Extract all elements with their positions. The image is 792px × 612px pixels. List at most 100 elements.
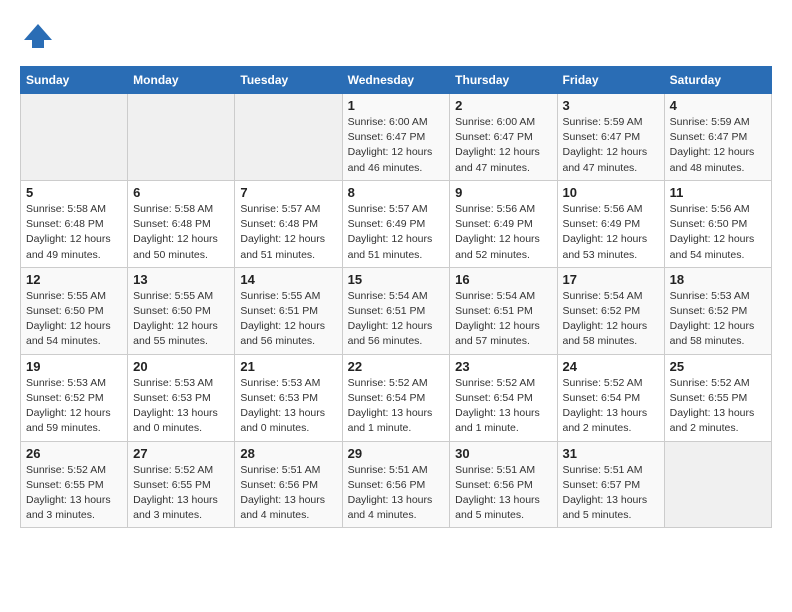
day-info: Sunrise: 5:54 AMSunset: 6:51 PMDaylight:… bbox=[348, 289, 445, 350]
day-info: Sunrise: 5:59 AMSunset: 6:47 PMDaylight:… bbox=[563, 115, 659, 176]
day-cell: 18 Sunrise: 5:53 AMSunset: 6:52 PMDayligh… bbox=[664, 267, 771, 354]
week-row-3: 12Sunrise: 5:55 AMSunset: 6:50 PMDayligh… bbox=[21, 267, 772, 354]
day-number: 23 bbox=[455, 359, 551, 374]
day-cell: 9Sunrise: 5:56 AMSunset: 6:49 PMDaylight… bbox=[450, 180, 557, 267]
page-header bbox=[20, 20, 772, 56]
day-cell: 27 Sunrise: 5:52 AMSunset: 6:55 PMDayligh… bbox=[128, 441, 235, 528]
day-number: 11 bbox=[670, 185, 766, 200]
day-info: Sunrise: 5:57 AMSunset: 6:48 PMDaylight:… bbox=[240, 202, 336, 263]
day-number: 15 bbox=[348, 272, 445, 287]
day-info: Sunrise: 5:58 AMSunset: 6:48 PMDaylight:… bbox=[133, 202, 229, 263]
day-info: Sunrise: 5:52 AMSunset: 6:55 PMDaylight:… bbox=[133, 463, 229, 524]
day-number: 3 bbox=[563, 98, 659, 113]
day-cell: 26 Sunrise: 5:52 AMSunset: 6:55 PMDayligh… bbox=[21, 441, 128, 528]
day-info: Sunrise: 5:53 AMSunset: 6:52 PMDaylight:… bbox=[670, 289, 766, 350]
day-info: Sunrise: 5:55 AMSunset: 6:50 PMDaylight:… bbox=[133, 289, 229, 350]
day-number: 31 bbox=[563, 446, 659, 461]
day-info: Sunrise: 5:52 AMSunset: 6:54 PMDaylight:… bbox=[563, 376, 659, 437]
day-cell: 5 Sunrise: 5:58 AMSunset: 6:48 PMDaylight… bbox=[21, 180, 128, 267]
day-cell: 2Sunrise: 6:00 AMSunset: 6:47 PMDaylight… bbox=[450, 94, 557, 181]
day-info: Sunrise: 5:52 AMSunset: 6:54 PMDaylight:… bbox=[348, 376, 445, 437]
day-number: 2 bbox=[455, 98, 551, 113]
day-number: 13 bbox=[133, 272, 229, 287]
week-row-2: 5 Sunrise: 5:58 AMSunset: 6:48 PMDaylight… bbox=[21, 180, 772, 267]
day-info: Sunrise: 5:56 AMSunset: 6:49 PMDaylight:… bbox=[563, 202, 659, 263]
day-info: Sunrise: 5:56 AMSunset: 6:50 PMDaylight:… bbox=[670, 202, 766, 263]
col-header-friday: Friday bbox=[557, 67, 664, 94]
day-cell: 21 Sunrise: 5:53 AMSunset: 6:53 PMDayligh… bbox=[235, 354, 342, 441]
day-number: 20 bbox=[133, 359, 229, 374]
day-info: Sunrise: 6:00 AMSunset: 6:47 PMDaylight:… bbox=[348, 115, 445, 176]
week-row-1: 1 Sunrise: 6:00 AMSunset: 6:47 PMDaylight… bbox=[21, 94, 772, 181]
day-cell: 31Sunrise: 5:51 AMSunset: 6:57 PMDayligh… bbox=[557, 441, 664, 528]
day-info: Sunrise: 5:53 AMSunset: 6:53 PMDaylight:… bbox=[133, 376, 229, 437]
col-header-sunday: Sunday bbox=[21, 67, 128, 94]
day-number: 6 bbox=[133, 185, 229, 200]
day-info: Sunrise: 5:55 AMSunset: 6:51 PMDaylight:… bbox=[240, 289, 336, 350]
col-header-tuesday: Tuesday bbox=[235, 67, 342, 94]
day-cell: 15 Sunrise: 5:54 AMSunset: 6:51 PMDayligh… bbox=[342, 267, 450, 354]
day-info: Sunrise: 5:57 AMSunset: 6:49 PMDaylight:… bbox=[348, 202, 445, 263]
calendar-table: SundayMondayTuesdayWednesdayThursdayFrid… bbox=[20, 66, 772, 528]
day-info: Sunrise: 5:51 AMSunset: 6:56 PMDaylight:… bbox=[348, 463, 445, 524]
day-number: 19 bbox=[26, 359, 122, 374]
day-info: Sunrise: 5:51 AMSunset: 6:56 PMDaylight:… bbox=[240, 463, 336, 524]
day-cell: 11 Sunrise: 5:56 AMSunset: 6:50 PMDayligh… bbox=[664, 180, 771, 267]
day-number: 30 bbox=[455, 446, 551, 461]
day-cell: 16 Sunrise: 5:54 AMSunset: 6:51 PMDayligh… bbox=[450, 267, 557, 354]
day-number: 5 bbox=[26, 185, 122, 200]
day-cell: 7Sunrise: 5:57 AMSunset: 6:48 PMDaylight… bbox=[235, 180, 342, 267]
day-info: Sunrise: 5:53 AMSunset: 6:53 PMDaylight:… bbox=[240, 376, 336, 437]
day-info: Sunrise: 5:53 AMSunset: 6:52 PMDaylight:… bbox=[26, 376, 122, 437]
day-cell: 24 Sunrise: 5:52 AMSunset: 6:54 PMDayligh… bbox=[557, 354, 664, 441]
day-number: 24 bbox=[563, 359, 659, 374]
day-number: 25 bbox=[670, 359, 766, 374]
day-number: 1 bbox=[348, 98, 445, 113]
day-info: Sunrise: 5:51 AMSunset: 6:56 PMDaylight:… bbox=[455, 463, 551, 524]
day-cell: 23 Sunrise: 5:52 AMSunset: 6:54 PMDayligh… bbox=[450, 354, 557, 441]
day-number: 22 bbox=[348, 359, 445, 374]
day-info: Sunrise: 5:55 AMSunset: 6:50 PMDaylight:… bbox=[26, 289, 122, 350]
day-number: 10 bbox=[563, 185, 659, 200]
day-cell: 22 Sunrise: 5:52 AMSunset: 6:54 PMDayligh… bbox=[342, 354, 450, 441]
day-info: Sunrise: 5:58 AMSunset: 6:48 PMDaylight:… bbox=[26, 202, 122, 263]
day-cell: 4 Sunrise: 5:59 AMSunset: 6:47 PMDaylight… bbox=[664, 94, 771, 181]
day-cell: 30 Sunrise: 5:51 AMSunset: 6:56 PMDayligh… bbox=[450, 441, 557, 528]
day-number: 8 bbox=[348, 185, 445, 200]
day-cell: 10 Sunrise: 5:56 AMSunset: 6:49 PMDayligh… bbox=[557, 180, 664, 267]
day-cell: 12Sunrise: 5:55 AMSunset: 6:50 PMDayligh… bbox=[21, 267, 128, 354]
logo-icon bbox=[20, 20, 56, 56]
col-header-thursday: Thursday bbox=[450, 67, 557, 94]
day-info: Sunrise: 5:54 AMSunset: 6:52 PMDaylight:… bbox=[563, 289, 659, 350]
day-number: 17 bbox=[563, 272, 659, 287]
day-info: Sunrise: 5:52 AMSunset: 6:54 PMDaylight:… bbox=[455, 376, 551, 437]
day-cell: 25 Sunrise: 5:52 AMSunset: 6:55 PMDayligh… bbox=[664, 354, 771, 441]
day-cell bbox=[128, 94, 235, 181]
day-info: Sunrise: 5:56 AMSunset: 6:49 PMDaylight:… bbox=[455, 202, 551, 263]
day-number: 16 bbox=[455, 272, 551, 287]
day-number: 28 bbox=[240, 446, 336, 461]
day-number: 21 bbox=[240, 359, 336, 374]
day-cell: 17 Sunrise: 5:54 AMSunset: 6:52 PMDayligh… bbox=[557, 267, 664, 354]
day-info: Sunrise: 5:52 AMSunset: 6:55 PMDaylight:… bbox=[670, 376, 766, 437]
day-cell: 6 Sunrise: 5:58 AMSunset: 6:48 PMDaylight… bbox=[128, 180, 235, 267]
day-cell bbox=[664, 441, 771, 528]
day-cell: 20 Sunrise: 5:53 AMSunset: 6:53 PMDayligh… bbox=[128, 354, 235, 441]
week-row-5: 26 Sunrise: 5:52 AMSunset: 6:55 PMDayligh… bbox=[21, 441, 772, 528]
day-number: 14 bbox=[240, 272, 336, 287]
day-number: 27 bbox=[133, 446, 229, 461]
day-cell: 14 Sunrise: 5:55 AMSunset: 6:51 PMDayligh… bbox=[235, 267, 342, 354]
day-number: 29 bbox=[348, 446, 445, 461]
day-info: Sunrise: 5:52 AMSunset: 6:55 PMDaylight:… bbox=[26, 463, 122, 524]
day-cell: 28 Sunrise: 5:51 AMSunset: 6:56 PMDayligh… bbox=[235, 441, 342, 528]
day-cell: 8 Sunrise: 5:57 AMSunset: 6:49 PMDaylight… bbox=[342, 180, 450, 267]
day-number: 18 bbox=[670, 272, 766, 287]
day-cell: 13 Sunrise: 5:55 AMSunset: 6:50 PMDayligh… bbox=[128, 267, 235, 354]
day-info: Sunrise: 5:59 AMSunset: 6:47 PMDaylight:… bbox=[670, 115, 766, 176]
day-cell: 3 Sunrise: 5:59 AMSunset: 6:47 PMDaylight… bbox=[557, 94, 664, 181]
day-number: 4 bbox=[670, 98, 766, 113]
day-info: Sunrise: 5:54 AMSunset: 6:51 PMDaylight:… bbox=[455, 289, 551, 350]
col-header-saturday: Saturday bbox=[664, 67, 771, 94]
week-row-4: 19 Sunrise: 5:53 AMSunset: 6:52 PMDayligh… bbox=[21, 354, 772, 441]
day-number: 26 bbox=[26, 446, 122, 461]
